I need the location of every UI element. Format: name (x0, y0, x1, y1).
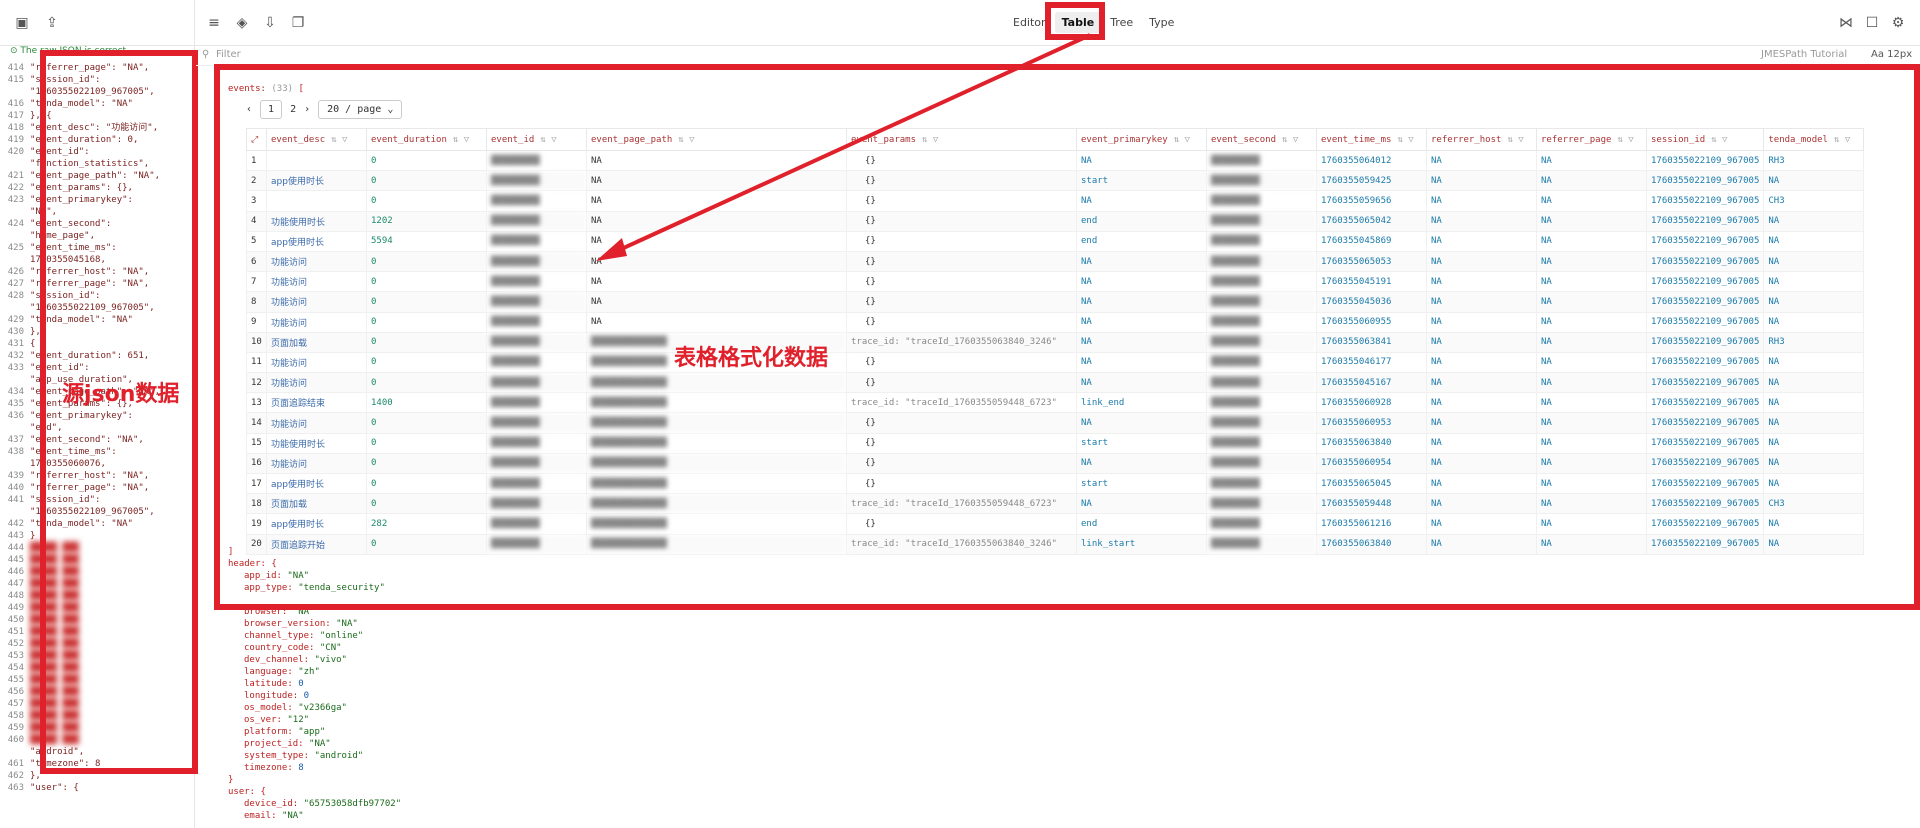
annotation-arrow (596, 33, 1091, 261)
arrow-line (605, 33, 1091, 258)
arrow-head (596, 238, 627, 261)
